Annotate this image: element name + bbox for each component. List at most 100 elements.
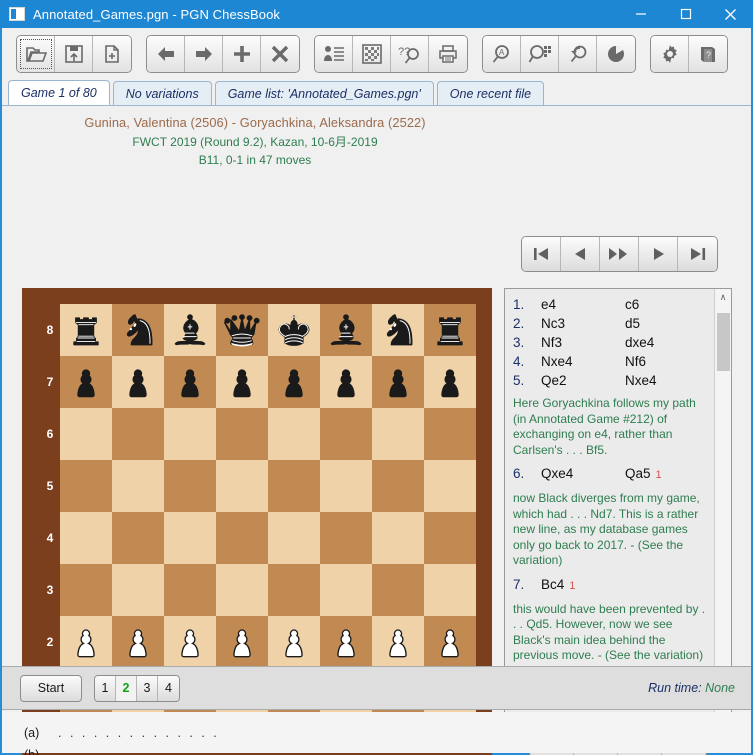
close-button[interactable] <box>708 0 753 28</box>
board-square-g7[interactable] <box>372 356 424 408</box>
black-move[interactable]: Qa5 1 <box>625 464 662 485</box>
annotation-marker[interactable]: 1 <box>656 469 662 481</box>
nav-fast-forward-button[interactable] <box>600 237 639 271</box>
board-square-f7[interactable] <box>320 356 372 408</box>
move-row[interactable]: 3. Nf3 dxe4 <box>513 333 708 352</box>
move-row[interactable]: 6. Qxe4 Qa5 1 <box>513 464 708 485</box>
board-square-e2[interactable] <box>268 616 320 668</box>
board-square-e5[interactable] <box>268 460 320 512</box>
board-square-g6[interactable] <box>372 408 424 460</box>
board-square-b6[interactable] <box>112 408 164 460</box>
board-square-g4[interactable] <box>372 512 424 564</box>
white-move[interactable]: Bc4 1 <box>541 575 625 596</box>
board-square-f3[interactable] <box>320 564 372 616</box>
nav-last-button[interactable] <box>678 237 717 271</box>
board-square-f4[interactable] <box>320 512 372 564</box>
white-move[interactable]: Qe2 <box>541 371 625 390</box>
board-square-g3[interactable] <box>372 564 424 616</box>
close-x-icon[interactable] <box>261 36 299 72</box>
board-square-a5[interactable] <box>60 460 112 512</box>
plus-icon[interactable] <box>223 36 261 72</box>
arrow-left-icon[interactable] <box>147 36 185 72</box>
move-list-scrollbar[interactable]: ∧ ∨ <box>714 289 731 715</box>
search-position-icon[interactable] <box>521 36 559 72</box>
board-square-h6[interactable] <box>424 408 476 460</box>
scroll-up-icon[interactable]: ∧ <box>715 289 731 306</box>
board-square-f6[interactable] <box>320 408 372 460</box>
maximize-button[interactable] <box>663 0 708 28</box>
move-row[interactable]: 2. Nc3 d5 <box>513 314 708 333</box>
board-square-c5[interactable] <box>164 460 216 512</box>
board-square-d3[interactable] <box>216 564 268 616</box>
page-button-4[interactable]: 4 <box>158 675 179 701</box>
board-square-h3[interactable] <box>424 564 476 616</box>
open-file-icon[interactable] <box>17 36 55 72</box>
black-move[interactable]: Nxe4 <box>625 371 657 390</box>
page-button-1[interactable]: 1 <box>95 675 116 701</box>
scrollbar-thumb[interactable] <box>717 313 730 371</box>
tab-game-count[interactable]: Game 1 of 80 <box>8 80 110 105</box>
page-button-2[interactable]: 2 <box>116 675 137 701</box>
board-square-c8[interactable] <box>164 304 216 356</box>
board-square-b2[interactable] <box>112 616 164 668</box>
white-move[interactable]: e4 <box>541 295 625 314</box>
board-square-f2[interactable] <box>320 616 372 668</box>
search-text-icon[interactable]: A <box>483 36 521 72</box>
board-square-e3[interactable] <box>268 564 320 616</box>
settings-gear-icon[interactable] <box>651 36 689 72</box>
new-file-icon[interactable] <box>93 36 131 72</box>
board-square-a6[interactable] <box>60 408 112 460</box>
move-row[interactable]: 5. Qe2 Nxe4 <box>513 371 708 390</box>
board-square-f5[interactable] <box>320 460 372 512</box>
board-square-a7[interactable] <box>60 356 112 408</box>
print-icon[interactable] <box>429 36 467 72</box>
board-square-h5[interactable] <box>424 460 476 512</box>
board-square-d7[interactable] <box>216 356 268 408</box>
move-row[interactable]: 7. Bc4 1 <box>513 575 708 596</box>
white-move[interactable]: Qxe4 <box>541 464 625 485</box>
nav-previous-button[interactable] <box>561 237 600 271</box>
help-book-icon[interactable]: ? <box>689 36 727 72</box>
board-square-c3[interactable] <box>164 564 216 616</box>
board-square-c2[interactable] <box>164 616 216 668</box>
board-square-g5[interactable] <box>372 460 424 512</box>
start-button[interactable]: Start <box>20 674 82 702</box>
board-square-c7[interactable] <box>164 356 216 408</box>
nav-next-button[interactable] <box>639 237 678 271</box>
move-comment[interactable]: Here Goryachkina follows my path (in Ann… <box>513 396 708 458</box>
query-search-icon[interactable]: ?? <box>391 36 429 72</box>
arrow-right-icon[interactable] <box>185 36 223 72</box>
board-square-b3[interactable] <box>112 564 164 616</box>
move-row[interactable]: 4. Nxe4 Nf6 <box>513 352 708 371</box>
black-move[interactable]: d5 <box>625 314 640 333</box>
board-square-d8[interactable] <box>216 304 268 356</box>
board-square-d6[interactable] <box>216 408 268 460</box>
annotation-marker[interactable]: 1 <box>569 580 575 592</box>
move-row[interactable]: 1. e4 c6 <box>513 295 708 314</box>
white-move[interactable]: Nxe4 <box>541 352 625 371</box>
board-square-e6[interactable] <box>268 408 320 460</box>
board-square-c4[interactable] <box>164 512 216 564</box>
board-square-b7[interactable] <box>112 356 164 408</box>
board-square-e4[interactable] <box>268 512 320 564</box>
save-file-icon[interactable] <box>55 36 93 72</box>
black-move[interactable]: Nf6 <box>625 352 646 371</box>
page-selector[interactable]: 1234 <box>94 674 180 702</box>
tab-game-list[interactable]: Game list: 'Annotated_Games.pgn' <box>214 81 434 105</box>
board-square-e8[interactable] <box>268 304 320 356</box>
white-move[interactable]: Nc3 <box>541 314 625 333</box>
board-square-a3[interactable] <box>60 564 112 616</box>
black-move[interactable]: dxe4 <box>625 333 654 352</box>
board-square-d2[interactable] <box>216 616 268 668</box>
board-square-a8[interactable] <box>60 304 112 356</box>
board-square-b4[interactable] <box>112 512 164 564</box>
board-square-h2[interactable] <box>424 616 476 668</box>
board-square-a4[interactable] <box>60 512 112 564</box>
black-move[interactable]: c6 <box>625 295 639 314</box>
minimize-button[interactable] <box>618 0 663 28</box>
board-square-b8[interactable] <box>112 304 164 356</box>
board-square-c6[interactable] <box>164 408 216 460</box>
move-list-content[interactable]: 1. e4 c6 2. Nc3 d5 3. Nf3 dxe4 4. Nxe4 Nf6 5. Qe2 Nxe4… <box>505 289 714 715</box>
board-square-a2[interactable] <box>60 616 112 668</box>
nav-first-button[interactable] <box>522 237 561 271</box>
